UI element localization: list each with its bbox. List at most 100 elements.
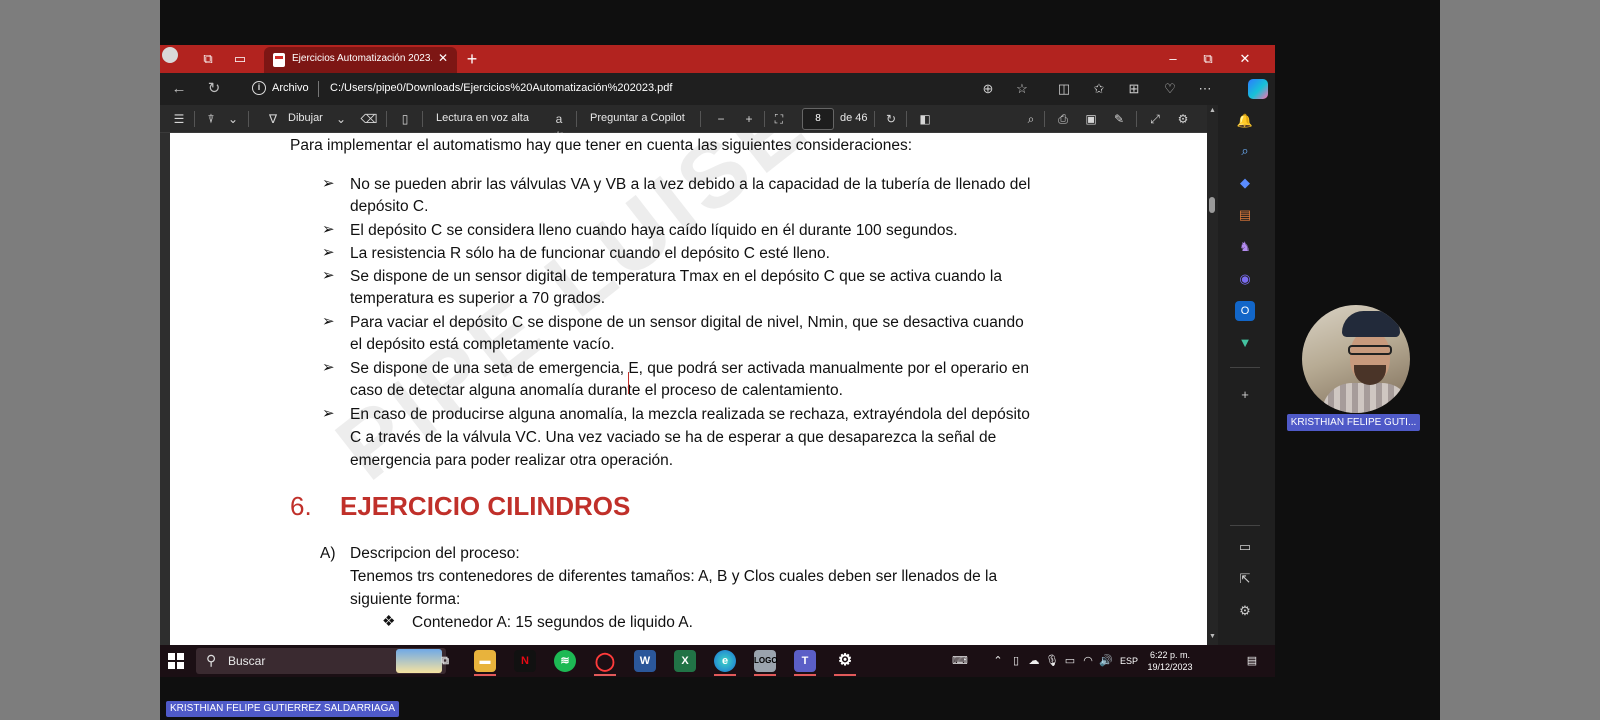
- translate-icon[interactable]: aあ: [550, 110, 568, 144]
- fullscreen-icon[interactable]: ⤢: [1146, 110, 1164, 128]
- text-cursor: [628, 372, 629, 394]
- drop-icon[interactable]: ▼: [1235, 333, 1255, 353]
- favorites-icon[interactable]: ✩: [1089, 79, 1109, 99]
- minimize-button[interactable]: –: [1158, 49, 1188, 69]
- page-number-input[interactable]: 8: [802, 108, 834, 130]
- back-arrow-icon[interactable]: ←: [168, 79, 190, 99]
- refresh-icon[interactable]: ↻: [203, 79, 225, 99]
- profile-avatar[interactable]: [160, 45, 180, 65]
- hide-sidebar-icon[interactable]: ▭: [1235, 537, 1255, 557]
- volume-icon[interactable]: 🔊: [1098, 653, 1114, 669]
- notifications-bell-icon[interactable]: 🔔: [1235, 111, 1255, 131]
- save-icon[interactable]: ▣: [1082, 110, 1100, 128]
- restore-button[interactable]: ⧉: [1193, 49, 1223, 69]
- fit-page-icon[interactable]: ⛶: [770, 110, 788, 128]
- paragraph-line: Tenemos trs contenedores de diferentes t…: [350, 568, 998, 585]
- cloud-icon[interactable]: ☁: [1026, 653, 1042, 669]
- participant-name-tag: KRISTHIAN FELIPE GUTI...: [1287, 414, 1420, 431]
- save-as-icon[interactable]: ✎: [1110, 110, 1128, 128]
- toolbar-divider: [1136, 111, 1137, 127]
- print-icon[interactable]: ⎙: [1054, 110, 1072, 128]
- taskbar-search[interactable]: ⚲ Buscar: [196, 648, 446, 674]
- pdf-scrollbar[interactable]: ▲ ▼: [1207, 105, 1218, 645]
- edge-icon[interactable]: e: [714, 650, 736, 672]
- toolbar-divider: [194, 111, 195, 127]
- notification-center-icon[interactable]: ▤: [1244, 653, 1260, 669]
- search-placeholder: Buscar: [228, 654, 266, 668]
- external-link-icon[interactable]: ⇱: [1235, 569, 1255, 589]
- favorite-star-icon[interactable]: ☆: [1012, 79, 1032, 99]
- chevron-up-icon[interactable]: ⌃: [990, 653, 1006, 669]
- draw-button[interactable]: Dibujar: [288, 112, 323, 124]
- netflix-icon[interactable]: N: [514, 650, 536, 672]
- participant-video[interactable]: [1302, 305, 1410, 413]
- contents-list-icon[interactable]: ☰: [170, 110, 188, 128]
- collections-icon[interactable]: ⊞: [1124, 79, 1144, 99]
- close-window-button[interactable]: ✕: [1230, 49, 1260, 69]
- chevron-down-icon[interactable]: ⌄: [224, 110, 242, 128]
- settings-icon[interactable]: ⚙: [834, 650, 856, 672]
- ask-copilot-button[interactable]: Preguntar a Copilot: [590, 112, 685, 124]
- list-item: El depósito C se considera lleno cuando …: [350, 222, 958, 239]
- teams-icon[interactable]: T: [794, 650, 816, 672]
- keyboard-icon[interactable]: ⌨: [952, 653, 968, 669]
- info-icon[interactable]: i: [252, 81, 266, 95]
- tab-active[interactable]: Ejercicios Automatización 2023.p ✕: [264, 47, 457, 73]
- scroll-down-arrow-icon[interactable]: ▼: [1208, 633, 1217, 642]
- battery-icon[interactable]: ▭: [1062, 653, 1078, 669]
- shopping-tag-icon[interactable]: ◆: [1235, 173, 1255, 193]
- zoom-in-button[interactable]: +: [740, 110, 758, 128]
- zoom-out-button[interactable]: −: [712, 110, 730, 128]
- search-icon: ⚲: [206, 652, 217, 668]
- sidebar-divider: [1230, 525, 1260, 526]
- copilot-sidebar-icon[interactable]: ◉: [1235, 269, 1255, 289]
- participant-glasses: [1348, 345, 1392, 355]
- task-view-icon[interactable]: ⧉: [434, 650, 456, 672]
- clock[interactable]: 6:22 p. m. 19/12/2023: [1140, 649, 1200, 673]
- file-explorer-icon[interactable]: ▬: [474, 650, 496, 672]
- eraser-icon[interactable]: ⌫: [360, 110, 378, 128]
- read-aloud-button[interactable]: Lectura en voz alta: [436, 112, 529, 124]
- copilot-icon[interactable]: [1248, 79, 1268, 99]
- address-bar[interactable]: i Archivo C:/Users/pipe0/Downloads/Ejerc…: [242, 77, 1232, 101]
- windows-start-icon[interactable]: [168, 653, 184, 669]
- page-view-icon[interactable]: ◧: [916, 110, 934, 128]
- device-icon[interactable]: ▯: [1008, 653, 1024, 669]
- word-icon[interactable]: W: [634, 650, 656, 672]
- workspaces-icon[interactable]: ⧉: [198, 49, 218, 69]
- search-icon[interactable]: ⌕: [1022, 110, 1040, 128]
- tab-actions-icon[interactable]: ▭: [230, 49, 250, 69]
- sidebar-search-icon[interactable]: ⌕: [1235, 141, 1255, 161]
- rotate-icon[interactable]: ↻: [882, 110, 900, 128]
- url-text[interactable]: C:/Users/pipe0/Downloads/Ejercicios%20Au…: [330, 82, 672, 94]
- more-menu-icon[interactable]: ⋯: [1195, 79, 1215, 99]
- language-indicator[interactable]: ESP: [1120, 656, 1138, 666]
- spotify-icon[interactable]: ≋: [554, 650, 576, 672]
- tab-close-icon[interactable]: ✕: [438, 51, 448, 65]
- logo-soft-icon[interactable]: LOGO: [754, 650, 778, 672]
- split-screen-icon[interactable]: ◫: [1054, 79, 1074, 99]
- add-sidebar-app-icon[interactable]: +: [1235, 385, 1255, 405]
- games-icon[interactable]: ♞: [1235, 237, 1255, 257]
- scrollbar-thumb[interactable]: [1209, 197, 1215, 213]
- opera-icon[interactable]: ◯: [594, 650, 616, 672]
- tab-bar: ⧉ ▭ Ejercicios Automatización 2023.p ✕ +…: [160, 45, 1275, 73]
- highlight-icon[interactable]: ⍒: [202, 110, 220, 128]
- sidebar-settings-icon[interactable]: ⚙: [1235, 601, 1255, 621]
- scroll-up-arrow-icon[interactable]: ▲: [1208, 107, 1217, 116]
- wifi-icon[interactable]: ◠: [1080, 653, 1096, 669]
- view-mode-icon[interactable]: ▯: [396, 110, 414, 128]
- sub-list-item: Contenedor A: 15 segundos de liquido A.: [412, 614, 693, 631]
- excel-icon[interactable]: X: [674, 650, 696, 672]
- pdf-settings-icon[interactable]: ⚙: [1174, 110, 1192, 128]
- new-tab-button[interactable]: +: [462, 49, 482, 69]
- microphone-icon[interactable]: 🎙: [1044, 653, 1060, 669]
- outlook-icon[interactable]: O: [1235, 301, 1255, 321]
- browser-essentials-icon[interactable]: ♡: [1160, 79, 1180, 99]
- tools-briefcase-icon[interactable]: ▤: [1235, 205, 1255, 225]
- draw-icon[interactable]: ∇: [264, 110, 282, 128]
- toolbar-divider: [248, 111, 249, 127]
- zoom-icon[interactable]: ⊕: [978, 79, 998, 99]
- chevron-down-icon[interactable]: ⌄: [332, 110, 350, 128]
- list-item: Se dispone de un sensor digital de tempe…: [350, 268, 1002, 285]
